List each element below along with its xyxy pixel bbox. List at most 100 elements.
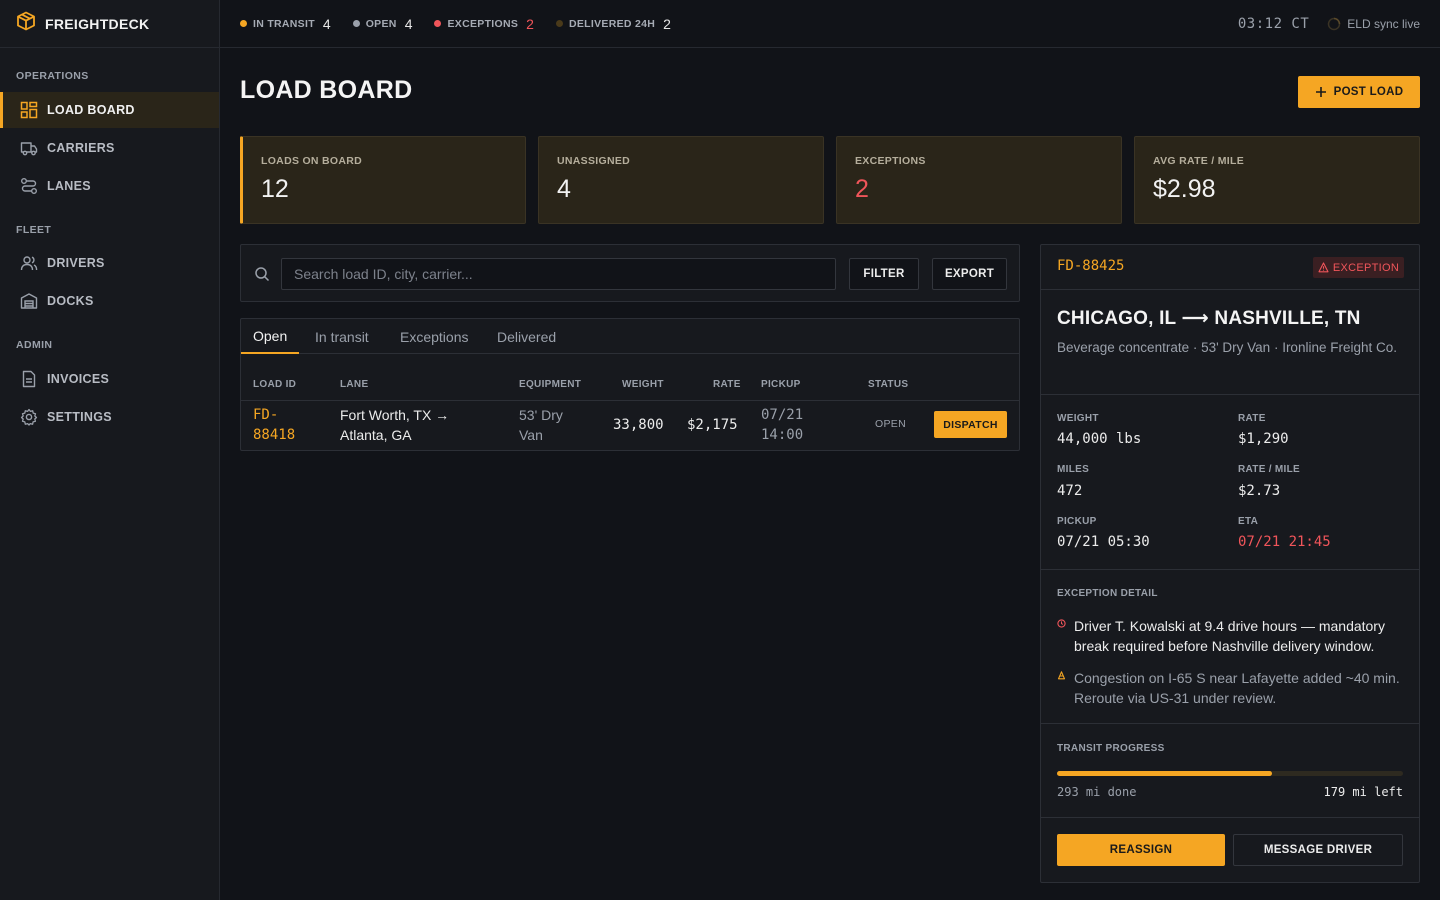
stat-delivered[interactable]: DELIVERED 24H 2 <box>555 16 671 32</box>
eta-value: 07/21 21:45 <box>1238 534 1331 550</box>
stat-label: OPEN <box>365 17 397 30</box>
export-button[interactable]: EXPORT <box>932 258 1007 290</box>
stat-count: 2 <box>526 15 534 32</box>
sidebar-item-drivers[interactable]: DRIVERS <box>0 245 219 281</box>
load-id-part: 88418 <box>253 427 296 443</box>
status-dot <box>555 20 563 27</box>
search-bar: FILTER EXPORT <box>240 244 1020 302</box>
sidebar-item-label: LANES <box>47 179 91 193</box>
tab-in-transit[interactable]: In transit <box>303 319 381 354</box>
kpi-value: 4 <box>557 175 571 203</box>
lane-cell: Fort Worth, TX → Atlanta, GA <box>340 405 449 445</box>
kpi-value: $2.98 <box>1153 175 1216 203</box>
clock: 03:12 CT <box>1237 16 1310 32</box>
sidebar-item-carriers[interactable]: CARRIERS <box>0 130 219 166</box>
progress-left: 179 mi left <box>1323 785 1403 799</box>
divider <box>1041 723 1419 724</box>
eld-status[interactable]: ELD sync live <box>1327 17 1420 31</box>
weight-value: 44,000 lbs <box>1057 431 1142 447</box>
load-id-part: FD- <box>253 407 279 423</box>
kpi-avg-rate: AVG RATE / MILE $2.98 <box>1134 136 1420 224</box>
search-input[interactable] <box>281 258 836 290</box>
status-dot <box>240 20 247 27</box>
stat-in-transit[interactable]: IN TRANSIT 4 <box>240 16 331 32</box>
lane-destination: Atlanta, GA <box>340 427 412 443</box>
kpi-unassigned: UNASSIGNED 4 <box>538 136 824 224</box>
divider <box>1041 569 1419 570</box>
post-load-label: POST LOAD <box>1333 86 1404 98</box>
sidebar-item-lanes[interactable]: LANES <box>0 168 219 204</box>
transit-progress-bar <box>1057 771 1403 776</box>
col-header-equipment[interactable]: EQUIPMENT <box>519 379 581 390</box>
col-header-lane[interactable]: LANE <box>340 379 368 390</box>
eld-status-label: ELD sync live <box>1347 17 1420 31</box>
plus-icon <box>1315 87 1326 97</box>
grid-icon <box>20 101 38 119</box>
tab-open[interactable]: Open <box>241 319 300 354</box>
exception-badge: EXCEPTION <box>1313 257 1404 278</box>
truck-icon <box>20 142 38 156</box>
warning-triangle-icon <box>1318 262 1329 273</box>
exception-item-critical: Driver T. Kowalski at 9.4 drive hours — … <box>1057 616 1407 656</box>
stat-exceptions[interactable]: EXCEPTIONS 2 <box>434 15 534 32</box>
col-header-rate[interactable]: RATE <box>713 379 741 390</box>
exception-detail-title: EXCEPTION DETAIL <box>1057 588 1158 599</box>
load-detail-panel: FD-88425 EXCEPTION CHICAGO, IL ⟶ NASHVIL… <box>1040 244 1420 883</box>
page-title: LOAD BOARD <box>240 76 413 104</box>
kpi-value: 12 <box>261 175 289 203</box>
filter-button[interactable]: FILTER <box>849 258 919 290</box>
kpi-loads-on-board: LOADS ON BOARD 12 <box>240 136 526 224</box>
stat-label: DELIVERED 24H <box>568 17 656 30</box>
sync-icon <box>1328 17 1341 31</box>
pickup-date: 07/21 <box>761 407 804 423</box>
nav-section-admin: ADMIN <box>16 339 53 351</box>
traffic-cone-icon <box>1057 671 1066 680</box>
tab-exceptions[interactable]: Exceptions <box>388 319 480 354</box>
sidebar-item-settings[interactable]: SETTINGS <box>0 399 219 435</box>
stat-open[interactable]: OPEN 4 <box>352 15 413 32</box>
tab-bar: Open In transit Exceptions Delivered <box>241 319 1019 354</box>
pickup-cell: 07/21 14:00 <box>761 405 803 445</box>
load-subtitle: Beverage concentrate · 53' Dry Van · Iro… <box>1057 340 1397 355</box>
pickup-label: PICKUP <box>1057 516 1097 527</box>
reassign-button[interactable]: REASSIGN <box>1057 834 1225 866</box>
sidebar-item-label: DOCKS <box>47 294 94 308</box>
document-icon <box>22 370 36 388</box>
post-load-button[interactable]: POST LOAD <box>1298 76 1420 108</box>
logo-box-icon <box>16 11 36 36</box>
col-header-status[interactable]: STATUS <box>868 379 908 390</box>
transit-progress-fill <box>1057 771 1272 776</box>
message-driver-button[interactable]: MESSAGE DRIVER <box>1233 834 1403 866</box>
col-header-load-id[interactable]: LOAD ID <box>253 379 296 390</box>
sidebar-item-load-board[interactable]: LOAD BOARD <box>0 92 219 128</box>
col-header-pickup[interactable]: PICKUP <box>761 379 801 390</box>
rate-value: $1,290 <box>1238 431 1289 447</box>
stat-count: 4 <box>404 15 413 32</box>
kpi-exceptions: EXCEPTIONS 2 <box>836 136 1122 224</box>
miles-value: 472 <box>1057 483 1083 499</box>
sidebar: FREIGHTDECK OPERATIONS LOAD BOARD CARRIE… <box>0 0 220 900</box>
sidebar-item-label: INVOICES <box>47 372 110 386</box>
kpi-label: EXCEPTIONS <box>855 155 926 167</box>
exception-text: Driver T. Kowalski at 9.4 drive hours — … <box>1074 618 1385 654</box>
col-header-weight[interactable]: WEIGHT <box>622 379 664 390</box>
sidebar-item-label: DRIVERS <box>47 256 105 270</box>
search-icon <box>255 267 270 282</box>
rate-label: RATE <box>1238 413 1266 424</box>
tab-delivered[interactable]: Delivered <box>485 319 568 354</box>
dispatch-button[interactable]: DISPATCH <box>934 411 1007 438</box>
load-id-link[interactable]: FD- 88418 <box>253 405 295 445</box>
brand[interactable]: FREIGHTDECK <box>0 0 219 48</box>
detail-load-id: FD-88425 <box>1057 258 1125 274</box>
miles-label: MILES <box>1057 464 1090 475</box>
badge-label: EXCEPTION <box>1332 261 1400 274</box>
rate-per-mile-label: RATE / MILE <box>1238 464 1301 475</box>
stat-count: 4 <box>322 15 331 32</box>
sidebar-item-label: LOAD BOARD <box>47 103 135 117</box>
divider <box>1041 817 1419 818</box>
sidebar-item-invoices[interactable]: INVOICES <box>0 361 219 397</box>
brand-name: FREIGHTDECK <box>45 15 150 32</box>
status-badge: OPEN <box>875 418 906 430</box>
sidebar-item-docks[interactable]: DOCKS <box>0 283 219 319</box>
status-dot <box>434 20 442 27</box>
